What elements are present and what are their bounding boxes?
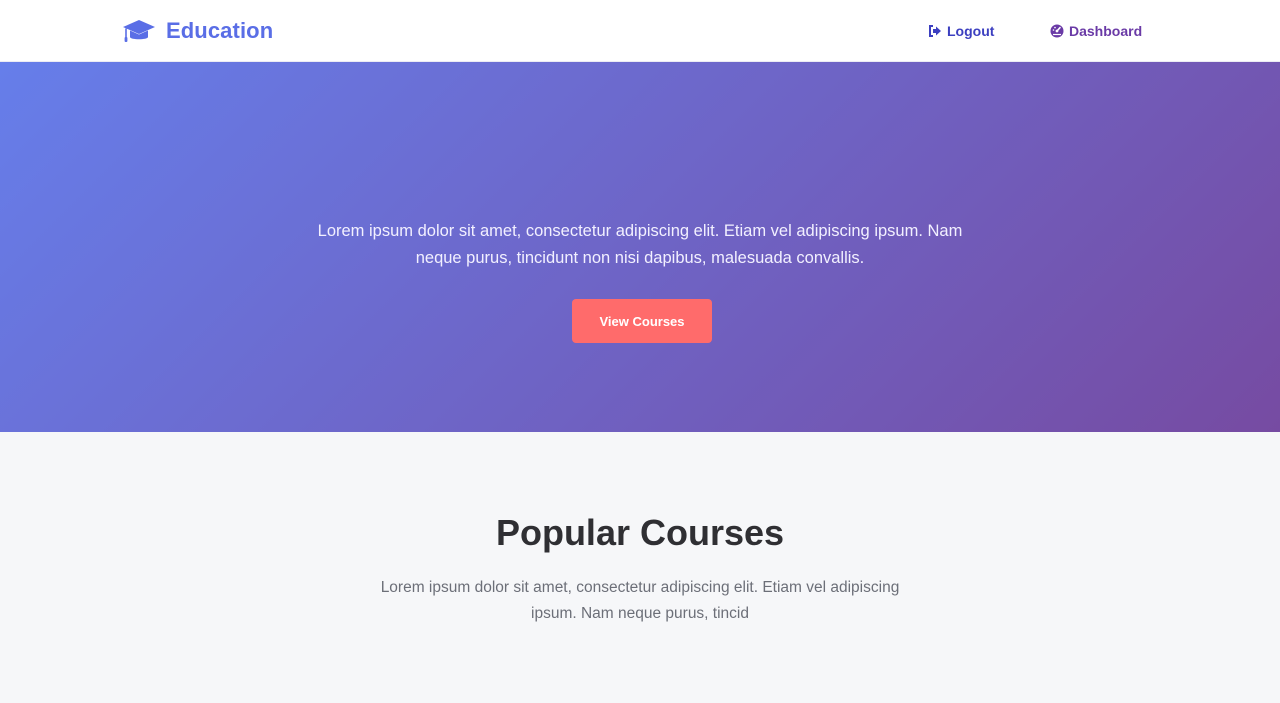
- dashboard-label: Dashboard: [1069, 23, 1143, 39]
- dashboard-icon: [1050, 24, 1064, 38]
- brand-name: Education: [166, 18, 274, 43]
- hero-banner: Lorem ipsum dolor sit amet, consectetur …: [0, 62, 1280, 432]
- sign-out-icon: [928, 24, 942, 38]
- navbar: Education Logout Dashboard: [0, 0, 1280, 62]
- hero-text: Lorem ipsum dolor sit amet, consectetur …: [317, 222, 963, 267]
- logout-label: Logout: [947, 23, 995, 39]
- dashboard-link[interactable]: Dashboard: [1050, 20, 1142, 42]
- popular-courses-section: Popular Courses Lorem ipsum dolor sit am…: [0, 432, 1280, 703]
- view-courses-button[interactable]: View Courses: [572, 299, 712, 343]
- graduation-cap-icon: [122, 17, 156, 45]
- logout-link[interactable]: Logout: [928, 20, 994, 42]
- section-title: Popular Courses: [495, 512, 785, 553]
- section-subtitle: Lorem ipsum dolor sit amet, consectetur …: [380, 579, 900, 622]
- brand-logo[interactable]: Education: [122, 14, 273, 48]
